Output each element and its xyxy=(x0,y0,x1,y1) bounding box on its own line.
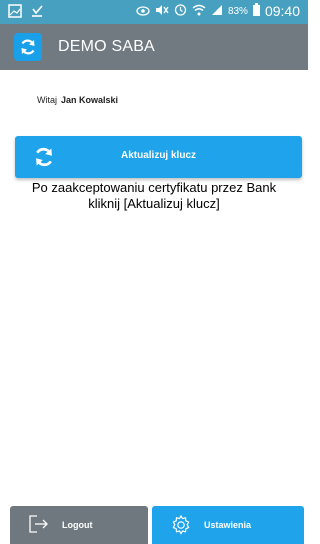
mute-icon xyxy=(155,4,169,19)
clock: 09:40 xyxy=(264,3,300,19)
gear-icon xyxy=(170,514,192,541)
info-message: Po zaakceptowaniu certyfikatu przez Bank… xyxy=(31,180,277,211)
alarm-icon xyxy=(174,3,187,19)
logout-icon xyxy=(28,514,50,539)
battery-percent: 83% xyxy=(227,5,248,17)
user-name: Jan Kowalski xyxy=(61,95,119,105)
app-title: DEMO SABA xyxy=(58,38,155,55)
wifi-icon xyxy=(192,4,206,19)
settings-label: Ustawienia xyxy=(204,520,252,530)
app-bar: DEMO SABA xyxy=(0,24,308,70)
logout-label: Logout xyxy=(62,520,93,530)
download-icon xyxy=(30,4,44,23)
update-key-label: Aktualizuj klucz xyxy=(120,150,196,161)
eye-icon xyxy=(136,4,150,19)
status-bar: 83% 09:40 xyxy=(0,0,308,24)
welcome-line: Witaj Jan Kowalski xyxy=(37,95,118,105)
greeting-label: Witaj xyxy=(37,95,57,105)
refresh-icon xyxy=(14,33,42,61)
battery-icon xyxy=(252,3,260,19)
gallery-icon xyxy=(8,4,22,23)
logout-button[interactable]: Logout xyxy=(10,506,148,544)
signal-icon xyxy=(211,4,223,19)
update-key-button[interactable]: Aktualizuj klucz xyxy=(15,136,302,178)
settings-button[interactable]: Ustawienia xyxy=(152,506,304,544)
